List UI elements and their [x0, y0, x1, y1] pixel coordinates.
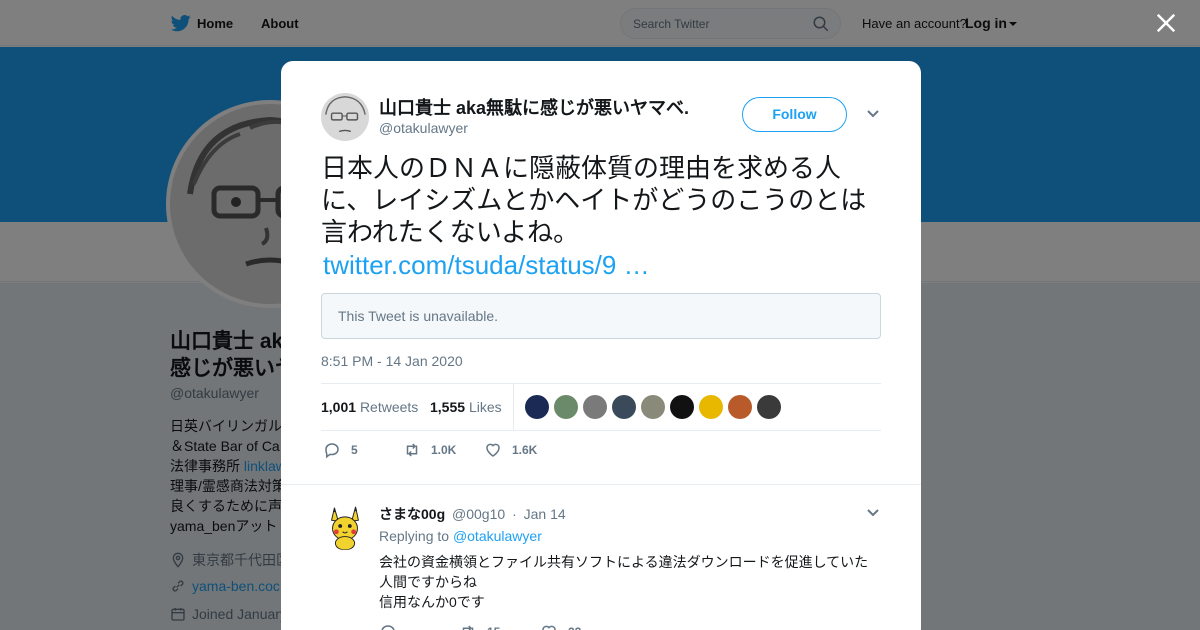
tweet-timestamp[interactable]: 8:51 PM - 14 Jan 2020 — [321, 353, 463, 369]
stats-divider — [513, 384, 514, 430]
replying-to-handle[interactable]: @otakulawyer — [453, 528, 542, 544]
retweet-button[interactable]: 15 — [459, 623, 500, 630]
author-avatar[interactable] — [321, 93, 369, 141]
reply-text-line: 会社の資金横領とファイル共有ソフトによる違法ダウンロードを促進していた人間ですか… — [379, 554, 869, 590]
retweet-button[interactable]: 1.0K — [403, 441, 456, 459]
reply-button[interactable] — [379, 623, 407, 630]
dot-separator: · — [512, 506, 517, 522]
tweet-link[interactable]: twitter.com/tsuda/status/9 … — [323, 250, 650, 281]
liker-avatar[interactable] — [670, 395, 694, 419]
pikachu-avatar — [321, 502, 369, 550]
tweet-actions: 5 1.0K 1.6K — [321, 441, 881, 461]
retweet-count: 1.0K — [431, 443, 457, 457]
replying-to-label: Replying to — [379, 528, 450, 544]
reply-date[interactable]: Jan 14 — [524, 506, 566, 522]
reply-header: さまな00g @00g10 · Jan 14 — [379, 504, 566, 524]
avatar-sketch — [321, 93, 369, 141]
retweet-count: 15 — [487, 625, 500, 630]
retweets-label: Retweets — [359, 399, 419, 415]
retweets-stat[interactable]: 1,001 Retweets — [321, 399, 418, 415]
reply-author-handle[interactable]: @00g10 — [452, 506, 505, 522]
retweet-icon — [462, 625, 474, 630]
likes-label: Likes — [468, 399, 502, 415]
heart-icon — [542, 625, 556, 630]
reply-actions: 15 22 — [379, 623, 859, 630]
liker-avatar[interactable] — [554, 395, 578, 419]
liker-avatar[interactable] — [757, 395, 781, 419]
retweet-icon — [406, 443, 418, 457]
liker-avatar[interactable] — [525, 395, 549, 419]
reply-author-name[interactable]: さまな00g — [379, 506, 445, 522]
reply-count: 5 — [351, 443, 358, 457]
heart-icon — [486, 443, 500, 457]
quoted-tweet-unavailable: This Tweet is unavailable. — [321, 293, 881, 339]
reply-tweet[interactable]: さまな00g @00g10 · Jan 14 Replying to @otak… — [281, 484, 921, 630]
chevron-down-icon[interactable] — [866, 109, 880, 119]
replying-to: Replying to @otakulawyer — [379, 528, 542, 544]
liker-avatar[interactable] — [728, 395, 752, 419]
reply-button[interactable]: 5 — [323, 441, 358, 459]
reply-author-avatar[interactable] — [321, 502, 369, 550]
retweets-count: 1,001 — [321, 399, 357, 415]
reply-icon — [325, 443, 339, 459]
close-icon[interactable] — [1155, 12, 1177, 34]
like-count: 1.6K — [512, 443, 538, 457]
liker-avatar[interactable] — [583, 395, 607, 419]
liker-avatar[interactable] — [641, 395, 665, 419]
liker-avatar[interactable] — [612, 395, 636, 419]
reply-text: 会社の資金横領とファイル共有ソフトによる違法ダウンロードを促進していた人間ですか… — [379, 552, 879, 612]
likes-stat[interactable]: 1,555 Likes — [430, 399, 502, 415]
reply-text-line: 信用なんか0です — [379, 594, 485, 610]
chevron-down-icon[interactable] — [866, 508, 880, 518]
author-name[interactable]: 山口貴士 aka無駄に感じが悪いヤマベ... — [379, 94, 689, 120]
follow-button[interactable]: Follow — [742, 97, 847, 132]
like-button[interactable]: 1.6K — [484, 441, 537, 459]
like-button[interactable]: 22 — [540, 623, 581, 630]
likes-count: 1,555 — [430, 399, 466, 415]
like-count: 22 — [568, 625, 581, 630]
liker-avatar[interactable] — [699, 395, 723, 419]
tweet-modal: 山口貴士 aka無駄に感じが悪いヤマベ... @otakulawyer Foll… — [281, 61, 921, 630]
author-handle[interactable]: @otakulawyer — [379, 120, 468, 136]
tweet-stats: 1,001 Retweets 1,555 Likes — [321, 383, 881, 431]
tweet-text: 日本人のＤＮＡに隠蔽体質の理由を求める人に、レイシズムとかヘイトがどうのこうのと… — [321, 153, 867, 247]
reply-icon — [381, 625, 395, 630]
